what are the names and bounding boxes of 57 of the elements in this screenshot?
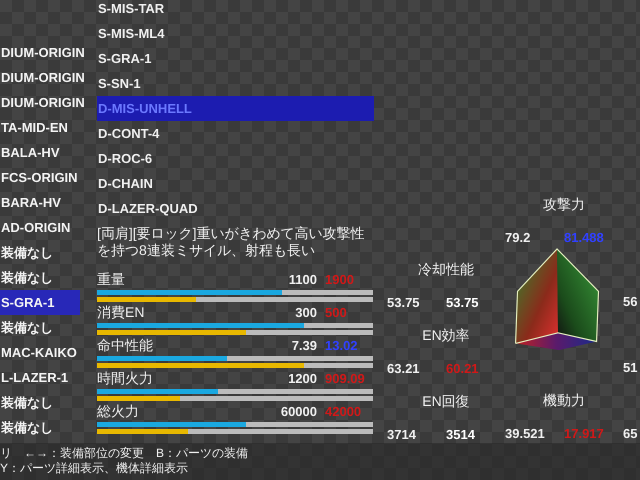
stat-value: 79.2: [505, 230, 532, 245]
stat-value: 1200: [287, 370, 317, 386]
stat-value: 7.39: [290, 338, 317, 352]
stat-value: 51: [623, 360, 638, 375]
slot-item[interactable]: BARA-HV: [0, 190, 80, 215]
slot-item[interactable]: 装備なし: [0, 240, 80, 265]
attribute-label: 冷却性能: [417, 260, 475, 279]
stat-value: 56: [623, 294, 638, 309]
compare-value: 13.02: [324, 338, 359, 352]
stat-value: 39.521: [505, 426, 546, 441]
slot-item[interactable]: 装備なし: [0, 415, 80, 440]
part-description: [両肩][要ロック]重いがきわめて高い攻撃性を持つ8連装ミサイル、射程も長い: [97, 225, 366, 259]
slot-item[interactable]: TA-MID-EN: [0, 115, 80, 140]
stat-value: 1100: [288, 272, 317, 286]
compare-value: 81.488: [564, 230, 605, 245]
part-item[interactable]: S-SN-1: [97, 71, 374, 96]
compare-value: 1900: [324, 272, 355, 286]
stat-label: 消費EN: [97, 303, 146, 321]
part-item[interactable]: D-LAZER-QUAD: [97, 196, 374, 221]
slot-item[interactable]: MAC-KAIKO: [0, 340, 80, 365]
stat-value: 3714: [387, 427, 417, 442]
slot-item[interactable]: 装備なし: [0, 265, 80, 290]
help-text: Y：パーツ詳細表示、機体詳細表示: [0, 461, 188, 476]
attribute-label: 攻撃力: [542, 195, 586, 214]
stat-label: 重量: [97, 270, 126, 288]
part-item[interactable]: D-ROC-6: [97, 146, 374, 171]
compare-value: 17.917: [564, 426, 605, 441]
slot-item[interactable]: AD-ORIGIN: [0, 215, 80, 240]
slot-item[interactable]: BALA-HV: [0, 140, 80, 165]
compare-value: 909.09: [324, 370, 366, 386]
part-item[interactable]: D-CHAIN: [97, 171, 374, 196]
stat-label: 時間火力: [97, 369, 154, 387]
help-text: リ ←→：装備部位の変更 B：パーツの装備: [0, 446, 248, 461]
attribute-label: EN回復: [421, 392, 471, 411]
slot-item[interactable]: L-LAZER-1: [0, 365, 80, 390]
slot-item[interactable]: S-GRA-1: [0, 290, 80, 315]
slot-item[interactable]: 装備なし: [0, 390, 80, 415]
compare-value: 3514: [446, 427, 476, 442]
compare-value: 42000: [324, 404, 362, 418]
compare-value: 500: [324, 304, 348, 320]
part-item[interactable]: S-MIS-ML4: [97, 21, 374, 46]
part-item[interactable]: S-MIS-TAR: [97, 0, 374, 21]
stat-value: 300: [294, 304, 317, 320]
part-item[interactable]: D-CONT-4: [97, 121, 374, 146]
stat-label: 総火力: [97, 402, 140, 420]
compare-value: 53.75: [446, 295, 480, 310]
slot-item[interactable]: FCS-ORIGIN: [0, 165, 80, 190]
stat-value: 53.75: [387, 295, 421, 310]
part-item[interactable]: S-GRA-1: [97, 46, 374, 71]
attribute-label: EN効率: [421, 326, 471, 345]
stat-value: 65: [623, 426, 638, 441]
stat-label: 命中性能: [97, 336, 154, 354]
slot-item[interactable]: 装備なし: [0, 315, 80, 340]
compare-value: 60.21: [446, 361, 480, 376]
stat-value: 60000: [280, 404, 317, 418]
attribute-label: 機動力: [542, 391, 586, 410]
stat-value: 63.21: [387, 361, 421, 376]
